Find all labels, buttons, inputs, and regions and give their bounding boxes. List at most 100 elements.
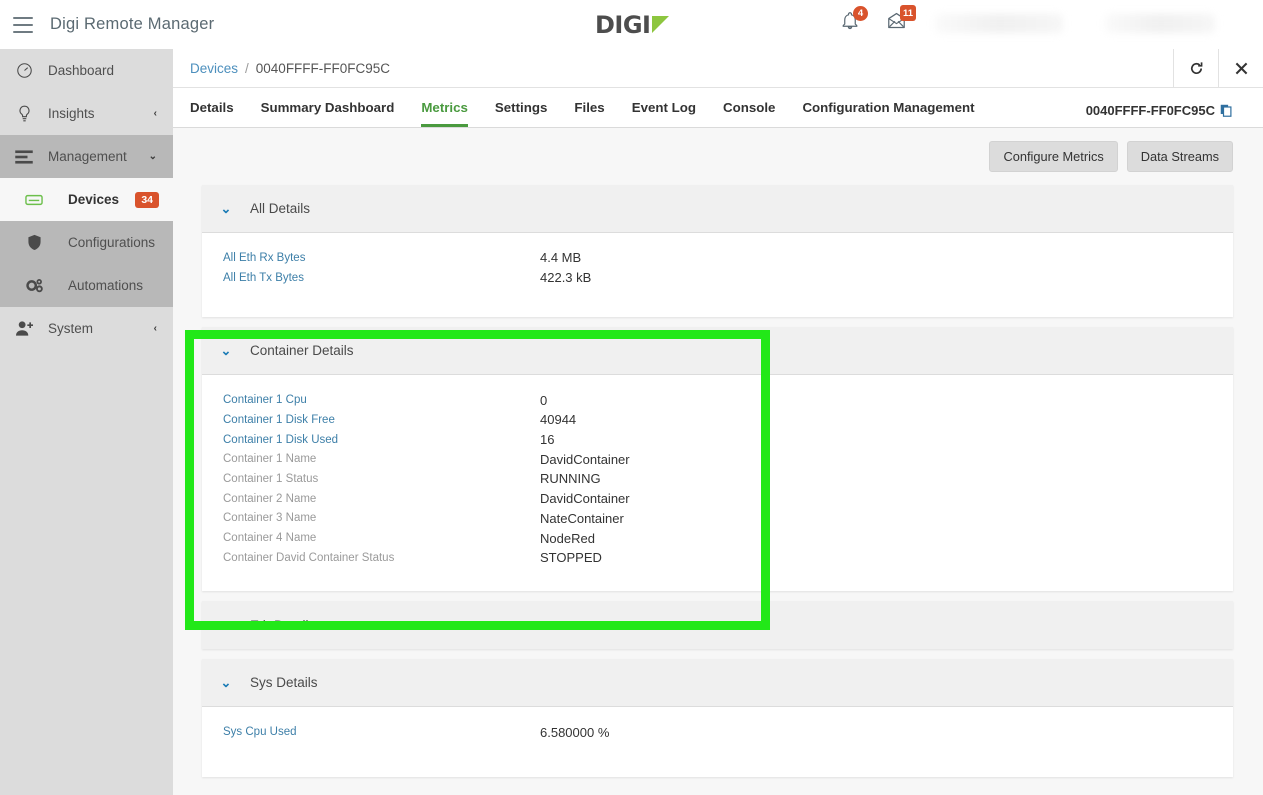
metric-label: Container David Container Status [223,551,395,564]
metric-value: 0 [540,392,548,408]
metric-value: DavidContainer [540,491,630,507]
messages-button[interactable]: 11 [887,5,916,29]
data-streams-button[interactable]: Data Streams [1126,141,1233,172]
refresh-button[interactable] [1173,49,1218,88]
metric-value: NateContainer [540,510,624,526]
configure-metrics-button[interactable]: Configure Metrics [989,141,1118,172]
sidebar-item-label: Automations [68,278,144,293]
metric-label[interactable]: Container 1 Disk Free [202,414,540,426]
metric-value: NodeRed [540,530,595,546]
tab-metrics[interactable]: Metrics [421,100,468,127]
shield-icon [0,234,68,251]
metric-row: All Eth Tx Bytes 422.3 kB [202,268,1233,288]
metric-value: STOPPED [540,550,602,566]
sidebar-item-label: Devices [68,192,120,207]
digi-logo: DIGI [595,11,670,39]
sidebar-item-system[interactable]: System ‹ [0,307,173,350]
metric-value: 4.4 MB [540,250,582,266]
metric-row: Container 1 Name DavidContainer [202,449,1233,469]
metric-label: Container 2 Name [223,492,317,505]
section-header-sys-details[interactable]: ⌄ Sys Details [202,659,1233,708]
logo-text: DIGI [595,11,651,39]
sidebar-item-label: Insights [48,106,95,121]
section-title: Eth Details [250,617,316,633]
breadcrumb-separator: / [245,60,249,76]
metric-row: Container 1 Disk Free 40944 [202,410,1233,430]
top-bar: Digi Remote Manager DIGI 4 11 [0,0,1263,49]
device-id-text: 0040FFFF-FF0FC95C [1085,103,1215,118]
chevron-left-icon: ‹ [153,323,157,334]
metric-value: DavidContainer [540,451,630,467]
gears-icon [0,278,68,294]
sidebar-item-devices[interactable]: Devices 34 [0,178,173,221]
metric-label[interactable]: Container 1 Cpu [202,394,540,406]
sidebar-item-label: Dashboard [48,63,115,78]
metric-value: 6.580000 % [540,724,610,740]
sidebar: Dashboard Insights ‹ Management ⌄ Device… [0,49,173,795]
metrics-toolbar: Configure Metrics Data Streams [173,128,1263,185]
account-menu-redacted [1105,14,1215,33]
metric-value: RUNNING [540,471,601,487]
metric-label[interactable]: Container 1 Disk Used [202,434,540,446]
tab-files[interactable]: Files [574,100,604,127]
metric-value: 16 [540,432,555,448]
tab-configuration-management[interactable]: Configuration Management [802,100,974,127]
metric-row: Container 2 Name DavidContainer [202,489,1233,509]
section-header-eth-details[interactable]: › Eth Details [202,601,1233,650]
chevron-right-icon: › [223,617,229,633]
copy-icon[interactable] [1220,104,1232,117]
section-all-details: ⌄ All Details All Eth Rx Bytes 4.4 MB Al… [202,185,1233,318]
metric-row: All Eth Rx Bytes 4.4 MB [202,248,1233,268]
metric-value: 422.3 kB [540,270,592,286]
logo-triangle-icon [652,16,670,33]
metric-row: Container 1 Disk Used 16 [202,430,1233,450]
sidebar-item-automations[interactable]: Automations [0,264,173,307]
section-body-all-details: All Eth Rx Bytes 4.4 MB All Eth Tx Bytes… [202,233,1233,318]
metric-label[interactable]: All Eth Rx Bytes [202,252,540,264]
server-icon [0,193,68,207]
metric-row: Sys Cpu Used 6.580000 % [202,722,1233,742]
notifications-button[interactable]: 4 [841,6,868,30]
breadcrumb-devices-link[interactable]: Devices [190,61,238,76]
management-submenu: Devices 34 Configurations Automations [0,178,173,307]
sidebar-item-configurations[interactable]: Configurations [0,221,173,264]
sidebar-item-management[interactable]: Management ⌄ [0,135,173,178]
hamburger-icon[interactable] [13,16,33,33]
section-sys-details: ⌄ Sys Details Sys Cpu Used 6.580000 % [202,659,1233,778]
sidebar-item-insights[interactable]: Insights ‹ [0,92,173,135]
metric-value: 40944 [540,412,577,428]
metric-label: Container 3 Name [223,512,317,525]
chevron-down-icon: ⌄ [148,151,157,162]
section-eth-details: › Eth Details [202,601,1233,650]
app-title: Digi Remote Manager [50,15,215,33]
main-content: Devices / 0040FFFF-FF0FC95C Details Summ… [173,49,1263,795]
metric-row: Container 4 Name NodeRed [202,528,1233,548]
metric-row: Container 3 Name NateContainer [202,509,1233,529]
chevron-down-icon: ⌄ [220,200,232,216]
metric-row: Container 1 Status RUNNING [202,469,1233,489]
sidebar-item-dashboard[interactable]: Dashboard [0,49,173,92]
tab-event-log[interactable]: Event Log [632,100,696,127]
tab-console[interactable]: Console [723,100,775,127]
section-body-sys-details: Sys Cpu Used 6.580000 % [202,707,1233,778]
sidebar-item-label: Management [48,149,127,164]
section-header-container-details[interactable]: ⌄ Container Details [202,327,1233,376]
lightbulb-icon [0,105,48,123]
close-button[interactable] [1218,49,1263,88]
devices-count-badge: 34 [135,191,159,208]
section-title: All Details [250,201,311,216]
section-container-details: ⌄ Container Details Container 1 Cpu 0 Co… [202,327,1233,592]
account-info-redacted [935,14,1063,33]
chevron-down-icon: ⌄ [220,342,232,358]
tab-settings[interactable]: Settings [495,100,547,127]
chevron-down-icon: ⌄ [220,674,232,690]
breadcrumb: Devices / 0040FFFF-FF0FC95C [173,49,1263,88]
tab-details[interactable]: Details [190,100,234,127]
metric-label[interactable]: All Eth Tx Bytes [202,272,540,284]
messages-badge: 11 [900,5,916,21]
sidebar-item-label: System [48,321,94,336]
metric-label[interactable]: Sys Cpu Used [202,726,540,738]
section-header-all-details[interactable]: ⌄ All Details [202,185,1233,233]
tab-summary-dashboard[interactable]: Summary Dashboard [261,100,395,127]
chevron-left-icon: ‹ [153,108,157,119]
